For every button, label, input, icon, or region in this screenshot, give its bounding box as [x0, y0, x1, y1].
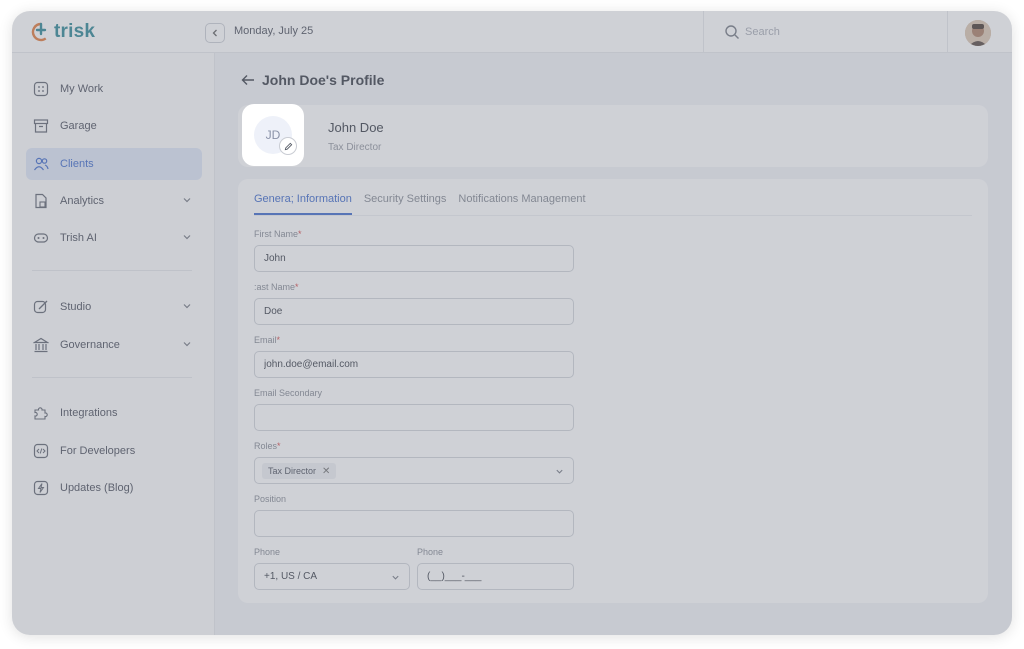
search-input[interactable]	[745, 23, 925, 41]
required-mark: *	[295, 282, 299, 292]
phone-code-label: Phone	[254, 547, 281, 557]
roles-label: Roles*	[254, 441, 281, 451]
required-mark: *	[276, 335, 281, 345]
page-title: John Doe's Profile	[262, 72, 385, 88]
profile-role: Tax Director	[328, 142, 382, 153]
profile-name: John Doe	[328, 120, 384, 135]
sidebar-item-label: Trish AI	[60, 232, 97, 244]
phone-number-label: Phone	[417, 547, 444, 557]
close-icon[interactable]: ✕	[322, 466, 330, 477]
sidebar-item-for-developers[interactable]: For Developers	[26, 435, 202, 467]
sidebar-item-label: Analytics	[60, 195, 105, 207]
grid-icon	[32, 80, 50, 98]
required-mark: *	[277, 441, 281, 451]
edit-square-icon	[32, 298, 50, 316]
sidebar-item-label: Clients	[60, 158, 94, 170]
phone-country-value: +1, US / CA	[264, 571, 318, 582]
pencil-icon	[284, 142, 292, 150]
user-photo	[965, 20, 991, 46]
first-name-field[interactable]	[254, 245, 574, 272]
sidebar-item-label: Integrations	[60, 407, 118, 419]
last-name-label: :ast Name*	[254, 282, 299, 292]
sidebar-item-trish-ai[interactable]: Trish AI	[26, 222, 202, 254]
tab-security-settings[interactable]: Security Settings	[364, 193, 447, 215]
email-secondary-field[interactable]	[254, 404, 574, 431]
sidebar-item-clients[interactable]: Clients	[26, 148, 202, 180]
first-name-label: First Name*	[254, 229, 302, 239]
chevron-down-icon	[556, 469, 563, 474]
sidebar: My Work Garage Clients Analytics Trish A…	[12, 53, 215, 635]
chevron-down-icon	[392, 575, 399, 580]
sidebar-divider	[32, 270, 192, 271]
sidebar-item-label: Studio	[60, 301, 92, 313]
profile-card: John Doe Tax Director	[238, 105, 988, 167]
email-secondary-label: Email Secondary	[254, 388, 323, 398]
chevron-down-icon	[183, 304, 191, 309]
app-window: trisk Monday, July 25 My Work Garage	[12, 11, 1012, 635]
analytics-doc-icon	[32, 192, 50, 210]
chevron-down-icon	[183, 235, 191, 240]
profile-form: Genera; Information Security Settings No…	[238, 179, 988, 603]
email-label: Email*	[254, 335, 280, 345]
sidebar-item-integrations[interactable]: Integrations	[26, 397, 202, 429]
sidebar-item-garage[interactable]: Garage	[26, 110, 202, 142]
label-text: First Name	[254, 229, 299, 239]
archive-icon	[32, 117, 50, 135]
position-label: Position	[254, 494, 287, 504]
code-icon	[32, 442, 50, 460]
tabs-divider	[254, 215, 972, 216]
sidebar-item-label: Garage	[60, 120, 97, 132]
sidebar-item-my-work[interactable]: My Work	[26, 73, 202, 105]
search-bar	[703, 11, 948, 53]
sidebar-item-label: Updates (Blog)	[60, 482, 134, 494]
bank-icon	[32, 336, 50, 354]
required-mark: *	[298, 229, 302, 239]
arrow-left-icon[interactable]	[241, 73, 255, 87]
role-chip: Tax Director ✕	[262, 463, 337, 479]
label-text: :ast Name	[254, 282, 296, 292]
label-text: Roles	[254, 441, 278, 451]
collapse-sidebar-button[interactable]	[205, 23, 225, 43]
phone-country-select[interactable]: +1, US / CA	[254, 563, 410, 590]
sidebar-item-governance[interactable]: Governance	[26, 329, 202, 361]
sidebar-item-label: For Developers	[60, 445, 136, 457]
label-text: Email	[254, 335, 277, 345]
tab-general-information[interactable]: Genera; Information	[254, 193, 352, 215]
user-avatar[interactable]	[965, 20, 991, 46]
sidebar-item-analytics[interactable]: Analytics	[26, 185, 202, 217]
edit-avatar-button[interactable]	[279, 137, 297, 155]
roles-select[interactable]: Tax Director ✕	[254, 457, 574, 484]
tab-notifications-management[interactable]: Notifications Management	[458, 193, 585, 215]
position-field[interactable]	[254, 510, 574, 537]
phone-number-field[interactable]: (__)___-___	[417, 563, 574, 590]
breadcrumb: John Doe's Profile	[241, 72, 384, 88]
logo[interactable]: trisk	[30, 21, 95, 43]
search-icon	[725, 25, 739, 39]
current-date: Monday, July 25	[234, 25, 314, 37]
users-icon	[32, 155, 50, 173]
top-bar: trisk Monday, July 25	[12, 11, 1012, 53]
puzzle-icon	[32, 404, 50, 422]
lightning-icon	[32, 479, 50, 497]
avatar-spotlight: JD	[242, 104, 304, 166]
phone-number-value: (__)___-___	[427, 571, 482, 582]
main-content: John Doe's Profile John Doe Tax Director…	[215, 53, 1012, 635]
sidebar-item-studio[interactable]: Studio	[26, 291, 202, 323]
sidebar-item-label: Governance	[60, 339, 120, 351]
role-chip-label: Tax Director	[268, 466, 317, 476]
last-name-field[interactable]	[254, 298, 574, 325]
tab-bar: Genera; Information Security Settings No…	[254, 193, 586, 215]
sidebar-item-label: My Work	[60, 83, 104, 95]
chevron-left-icon	[212, 29, 217, 37]
robot-icon	[32, 229, 50, 247]
email-field[interactable]	[254, 351, 574, 378]
brand-name: trisk	[54, 21, 96, 42]
chevron-down-icon	[183, 342, 191, 347]
chevron-down-icon	[183, 198, 191, 203]
trisk-logo-icon	[31, 22, 51, 42]
sidebar-divider	[32, 377, 192, 378]
sidebar-item-updates-blog[interactable]: Updates (Blog)	[26, 472, 202, 504]
